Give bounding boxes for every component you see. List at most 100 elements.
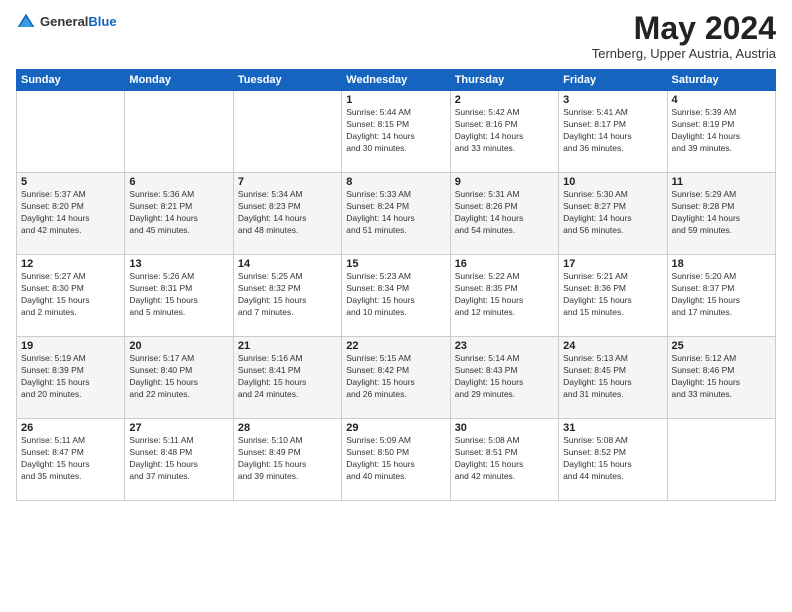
day-number: 16 [455, 258, 554, 270]
day-number: 30 [455, 422, 554, 434]
col-thursday: Thursday [450, 70, 558, 91]
day-number: 18 [672, 258, 771, 270]
col-sunday: Sunday [17, 70, 125, 91]
day-number: 4 [672, 94, 771, 106]
day-number: 26 [21, 422, 120, 434]
day-number: 3 [563, 94, 662, 106]
day-number: 24 [563, 340, 662, 352]
day-number: 21 [238, 340, 337, 352]
day-number: 23 [455, 340, 554, 352]
day-info: Sunrise: 5:33 AMSunset: 8:24 PMDaylight:… [346, 189, 445, 237]
day-info: Sunrise: 5:11 AMSunset: 8:47 PMDaylight:… [21, 435, 120, 483]
day-info: Sunrise: 5:12 AMSunset: 8:46 PMDaylight:… [672, 353, 771, 401]
day-number: 17 [563, 258, 662, 270]
table-row: 11Sunrise: 5:29 AMSunset: 8:28 PMDayligh… [667, 173, 775, 255]
table-row: 3Sunrise: 5:41 AMSunset: 8:17 PMDaylight… [559, 91, 667, 173]
table-row [17, 91, 125, 173]
header: GeneralBlue May 2024 Ternberg, Upper Aus… [16, 12, 776, 61]
day-number: 2 [455, 94, 554, 106]
day-number: 10 [563, 176, 662, 188]
header-row: Sunday Monday Tuesday Wednesday Thursday… [17, 70, 776, 91]
day-info: Sunrise: 5:27 AMSunset: 8:30 PMDaylight:… [21, 271, 120, 319]
table-row: 17Sunrise: 5:21 AMSunset: 8:36 PMDayligh… [559, 255, 667, 337]
day-info: Sunrise: 5:42 AMSunset: 8:16 PMDaylight:… [455, 107, 554, 155]
day-number: 11 [672, 176, 771, 188]
table-row: 16Sunrise: 5:22 AMSunset: 8:35 PMDayligh… [450, 255, 558, 337]
table-row: 28Sunrise: 5:10 AMSunset: 8:49 PMDayligh… [233, 419, 341, 501]
day-info: Sunrise: 5:20 AMSunset: 8:37 PMDaylight:… [672, 271, 771, 319]
logo: GeneralBlue [16, 12, 117, 32]
day-number: 12 [21, 258, 120, 270]
table-row: 8Sunrise: 5:33 AMSunset: 8:24 PMDaylight… [342, 173, 450, 255]
day-info: Sunrise: 5:41 AMSunset: 8:17 PMDaylight:… [563, 107, 662, 155]
table-row: 7Sunrise: 5:34 AMSunset: 8:23 PMDaylight… [233, 173, 341, 255]
day-number: 8 [346, 176, 445, 188]
table-row [125, 91, 233, 173]
day-number: 15 [346, 258, 445, 270]
table-row: 20Sunrise: 5:17 AMSunset: 8:40 PMDayligh… [125, 337, 233, 419]
table-row: 26Sunrise: 5:11 AMSunset: 8:47 PMDayligh… [17, 419, 125, 501]
week-row-2: 5Sunrise: 5:37 AMSunset: 8:20 PMDaylight… [17, 173, 776, 255]
table-row: 13Sunrise: 5:26 AMSunset: 8:31 PMDayligh… [125, 255, 233, 337]
table-row: 23Sunrise: 5:14 AMSunset: 8:43 PMDayligh… [450, 337, 558, 419]
day-info: Sunrise: 5:23 AMSunset: 8:34 PMDaylight:… [346, 271, 445, 319]
table-row: 14Sunrise: 5:25 AMSunset: 8:32 PMDayligh… [233, 255, 341, 337]
table-row: 30Sunrise: 5:08 AMSunset: 8:51 PMDayligh… [450, 419, 558, 501]
logo-blue: Blue [88, 14, 116, 29]
table-row: 10Sunrise: 5:30 AMSunset: 8:27 PMDayligh… [559, 173, 667, 255]
title-area: May 2024 Ternberg, Upper Austria, Austri… [592, 12, 776, 61]
location: Ternberg, Upper Austria, Austria [592, 46, 776, 61]
table-row [233, 91, 341, 173]
day-info: Sunrise: 5:13 AMSunset: 8:45 PMDaylight:… [563, 353, 662, 401]
day-info: Sunrise: 5:09 AMSunset: 8:50 PMDaylight:… [346, 435, 445, 483]
table-row: 29Sunrise: 5:09 AMSunset: 8:50 PMDayligh… [342, 419, 450, 501]
table-row: 19Sunrise: 5:19 AMSunset: 8:39 PMDayligh… [17, 337, 125, 419]
table-row: 15Sunrise: 5:23 AMSunset: 8:34 PMDayligh… [342, 255, 450, 337]
day-number: 28 [238, 422, 337, 434]
table-row [667, 419, 775, 501]
col-monday: Monday [125, 70, 233, 91]
table-row: 21Sunrise: 5:16 AMSunset: 8:41 PMDayligh… [233, 337, 341, 419]
table-row: 9Sunrise: 5:31 AMSunset: 8:26 PMDaylight… [450, 173, 558, 255]
day-number: 22 [346, 340, 445, 352]
day-number: 1 [346, 94, 445, 106]
day-info: Sunrise: 5:08 AMSunset: 8:51 PMDaylight:… [455, 435, 554, 483]
table-row: 27Sunrise: 5:11 AMSunset: 8:48 PMDayligh… [125, 419, 233, 501]
day-number: 13 [129, 258, 228, 270]
day-info: Sunrise: 5:29 AMSunset: 8:28 PMDaylight:… [672, 189, 771, 237]
day-info: Sunrise: 5:11 AMSunset: 8:48 PMDaylight:… [129, 435, 228, 483]
day-info: Sunrise: 5:15 AMSunset: 8:42 PMDaylight:… [346, 353, 445, 401]
day-info: Sunrise: 5:17 AMSunset: 8:40 PMDaylight:… [129, 353, 228, 401]
day-info: Sunrise: 5:19 AMSunset: 8:39 PMDaylight:… [21, 353, 120, 401]
day-number: 25 [672, 340, 771, 352]
col-friday: Friday [559, 70, 667, 91]
day-info: Sunrise: 5:10 AMSunset: 8:49 PMDaylight:… [238, 435, 337, 483]
table-row: 12Sunrise: 5:27 AMSunset: 8:30 PMDayligh… [17, 255, 125, 337]
day-info: Sunrise: 5:36 AMSunset: 8:21 PMDaylight:… [129, 189, 228, 237]
col-saturday: Saturday [667, 70, 775, 91]
day-number: 27 [129, 422, 228, 434]
table-row: 25Sunrise: 5:12 AMSunset: 8:46 PMDayligh… [667, 337, 775, 419]
page: GeneralBlue May 2024 Ternberg, Upper Aus… [0, 0, 792, 612]
logo-general: General [40, 14, 88, 29]
day-info: Sunrise: 5:44 AMSunset: 8:15 PMDaylight:… [346, 107, 445, 155]
week-row-1: 1Sunrise: 5:44 AMSunset: 8:15 PMDaylight… [17, 91, 776, 173]
day-info: Sunrise: 5:21 AMSunset: 8:36 PMDaylight:… [563, 271, 662, 319]
table-row: 22Sunrise: 5:15 AMSunset: 8:42 PMDayligh… [342, 337, 450, 419]
month-title: May 2024 [592, 12, 776, 44]
week-row-4: 19Sunrise: 5:19 AMSunset: 8:39 PMDayligh… [17, 337, 776, 419]
day-number: 14 [238, 258, 337, 270]
table-row: 31Sunrise: 5:08 AMSunset: 8:52 PMDayligh… [559, 419, 667, 501]
table-row: 4Sunrise: 5:39 AMSunset: 8:19 PMDaylight… [667, 91, 775, 173]
day-info: Sunrise: 5:34 AMSunset: 8:23 PMDaylight:… [238, 189, 337, 237]
day-number: 29 [346, 422, 445, 434]
day-info: Sunrise: 5:22 AMSunset: 8:35 PMDaylight:… [455, 271, 554, 319]
logo-icon [16, 12, 36, 32]
day-number: 5 [21, 176, 120, 188]
day-info: Sunrise: 5:08 AMSunset: 8:52 PMDaylight:… [563, 435, 662, 483]
day-number: 20 [129, 340, 228, 352]
day-number: 6 [129, 176, 228, 188]
day-info: Sunrise: 5:14 AMSunset: 8:43 PMDaylight:… [455, 353, 554, 401]
day-info: Sunrise: 5:31 AMSunset: 8:26 PMDaylight:… [455, 189, 554, 237]
day-number: 7 [238, 176, 337, 188]
